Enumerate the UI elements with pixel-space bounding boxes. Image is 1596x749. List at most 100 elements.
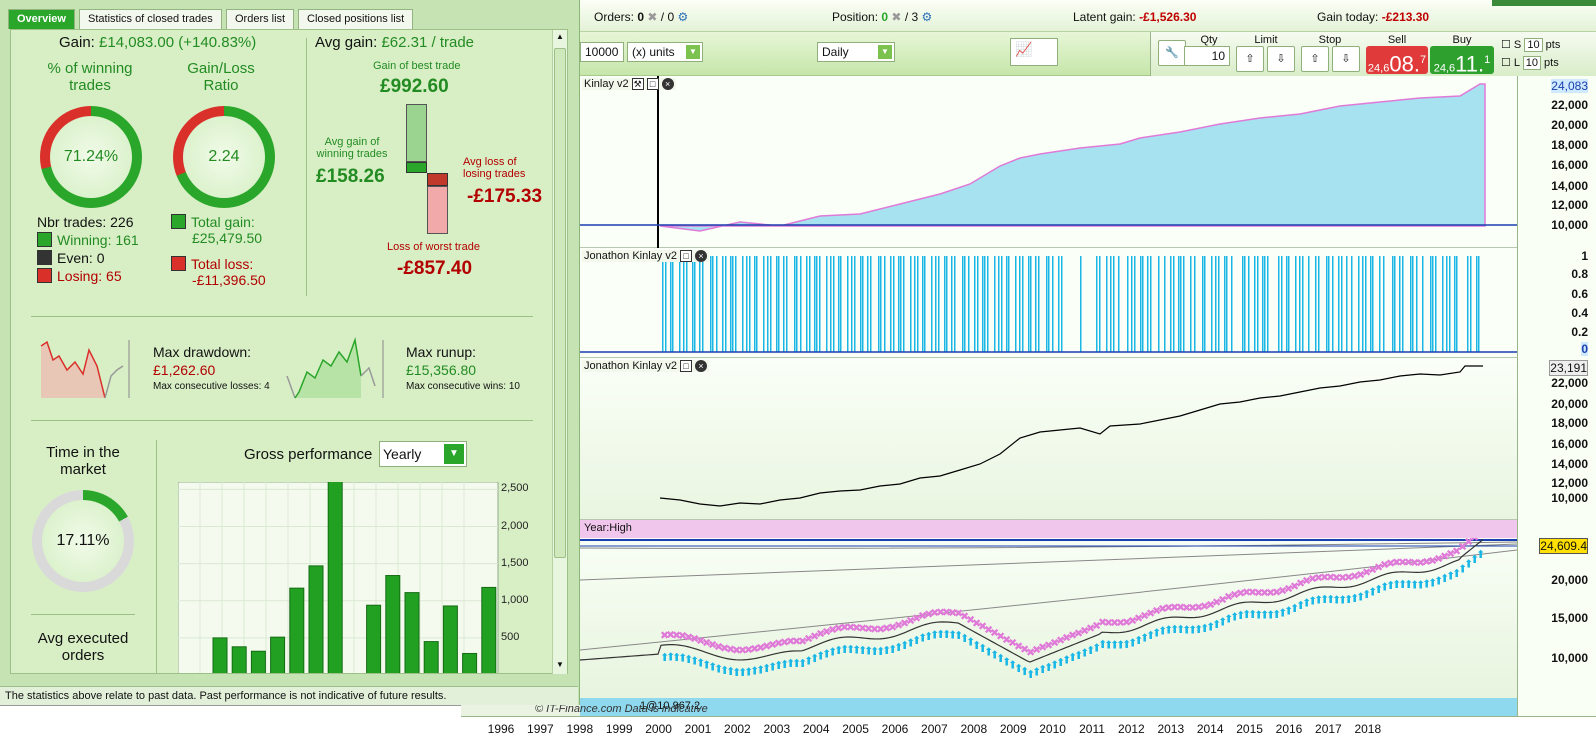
signal-bar [830,256,832,352]
l-checkbox[interactable]: ☐ L 10 pts [1501,56,1559,70]
signal-bar [1008,256,1010,352]
chart-type-button[interactable]: 📈 [1010,38,1058,66]
signal-bar [686,256,688,352]
signal-bar [1110,256,1112,352]
wrench-icon[interactable]: 🔧 [1158,40,1186,66]
maximize-icon[interactable]: □ [679,360,692,373]
s-checkbox[interactable]: ☐ S 10 pts [1501,38,1560,52]
max-runup-label: Max runup: [406,344,477,360]
signal-bar [1332,256,1334,352]
total-loss: Total loss: -£11,396.50 [171,256,266,288]
timeframe-select[interactable]: Daily ▼ [817,42,895,62]
signal-bar [809,256,811,352]
scroll-thumb[interactable] [554,48,566,558]
buy-label: Buy [1452,34,1472,46]
limit-sell-button[interactable]: ⇩ [1267,46,1295,72]
signal-bar [1019,256,1021,352]
tab-closed-positions[interactable]: Closed positions list [298,9,414,29]
scroll-up-icon[interactable]: ▲ [554,32,566,44]
divider [306,38,307,296]
tab-overview[interactable]: Overview [8,9,75,29]
signal-bar [1150,256,1152,352]
stop-sell-button[interactable]: ⇩ [1332,46,1360,72]
signal-bar [880,256,882,352]
max-consecutive-losses: Max consecutive losses: 4 [153,381,270,392]
signal-bar [699,256,701,352]
best-trade-label: Gain of best trade [373,60,461,72]
divider [31,614,135,615]
signal-bar [1267,256,1269,352]
signal-bar [670,256,672,352]
maximize-icon[interactable]: □ [679,250,692,263]
signal-bar [1127,256,1129,352]
year-tick: 2008 [960,722,988,736]
signal-bar [931,256,933,352]
scroll-down-icon[interactable]: ▼ [554,660,566,672]
signal-bar [1379,256,1381,352]
tab-orders-list[interactable]: Orders list [226,9,295,29]
units-select[interactable]: (x) units ▼ [627,42,703,62]
year-tick: 2005 [842,722,869,736]
signal-bar [1158,256,1160,352]
signal-bar [1412,256,1414,352]
equity-axis: 24,083 22,000 20,000 18,000 16,000 14,00… [1517,76,1596,248]
equity-line-pane[interactable]: Jonathon Kinlay v2 □ × [580,358,1517,520]
signal-bar [1113,256,1115,352]
signal-bar [746,256,748,352]
signal-bar [722,256,724,352]
signal-bar [794,256,796,352]
winning-count: Winning: 161 [37,232,139,248]
maximize-icon[interactable]: □ [646,78,659,91]
signal-bar [1467,256,1469,352]
price-pane[interactable]: ✖ ⬆ ✖ ⬆ ✖ ⬆ ✖ ⬆ ✖ ⬆ ✖ ⬆ ✖ ⬆ ✖ ⬆ ✖ ⬆ ✖ ⬆ ✖ ⬆ ✖ ⬆ ✖ ⬆ ✖ ⬆ ✖ ⬆ ✖ ⬆ ✖ ⬆ ✖ ⬆ ✖ ⬆ ✖ ⬆… [579,520,1518,716]
wrench-icon[interactable]: ⚒ [631,78,644,91]
qty-field[interactable]: 10 [1184,46,1230,66]
scrollbar[interactable]: ▲ ▼ [552,30,567,674]
signal-bar [702,256,704,352]
signal-bar [1454,256,1456,352]
gross-bar [270,636,286,673]
signal-bar [860,256,862,352]
signal-bar [1341,256,1343,352]
year-tick: 2009 [999,722,1027,736]
limit-buy-button[interactable]: ⇧ [1236,46,1264,72]
signal-bar [951,256,953,352]
stats-panel: Overview Statistics of closed trades Ord… [0,0,580,705]
close-icon[interactable]: × [694,250,707,263]
signal-bar [917,256,919,352]
signal-pane[interactable]: Jonathon Kinlay v2 □ × [580,248,1517,358]
gross-bar [289,587,305,673]
y-tick-label: 2,000 [501,519,529,532]
time-axis: © IT-Finance.com Data is indicative 1996… [461,703,1596,749]
tab-statistics[interactable]: Statistics of closed trades [79,9,222,29]
max-drawdown-value: £1,262.60 [153,362,216,378]
signal-bar [1048,256,1050,352]
signal-bar [786,256,788,352]
signal-bar [1346,256,1348,352]
signal-bar [1262,256,1264,352]
signal-axis: 1 0.8 0.6 0.4 0.2 0 [1517,248,1596,358]
period-select[interactable]: Yearly ▼ [379,441,467,467]
gross-bar [481,586,497,673]
nbr-trades: Nbr trades: 226 [37,214,134,230]
winning-title: % of winning trades [47,60,133,94]
signal-bar [1022,256,1024,352]
quantity-input[interactable]: 10000 [580,42,624,62]
close-icon[interactable]: × [694,360,707,373]
sell-button[interactable]: 24,608.7 [1366,46,1428,76]
signal-bar [946,256,948,352]
close-icon[interactable]: × [661,78,674,91]
signal-bar [994,256,996,352]
signal-bar [1173,256,1175,352]
signal-bar [1170,256,1172,352]
gross-bar [404,592,420,673]
equity-pane[interactable]: Kinlay v2 ⚒ □ × [580,76,1517,248]
signal-bar [1358,256,1360,352]
year-tick: 2017 [1315,722,1342,736]
buy-button[interactable]: 24,611.1 [1430,46,1494,76]
stop-buy-button[interactable]: ⇧ [1301,46,1329,72]
signal-bar [819,256,821,352]
losing-count: Losing: 65 [37,268,122,284]
gross-performance-chart [178,482,499,673]
year-tick: 2011 [1079,722,1105,736]
